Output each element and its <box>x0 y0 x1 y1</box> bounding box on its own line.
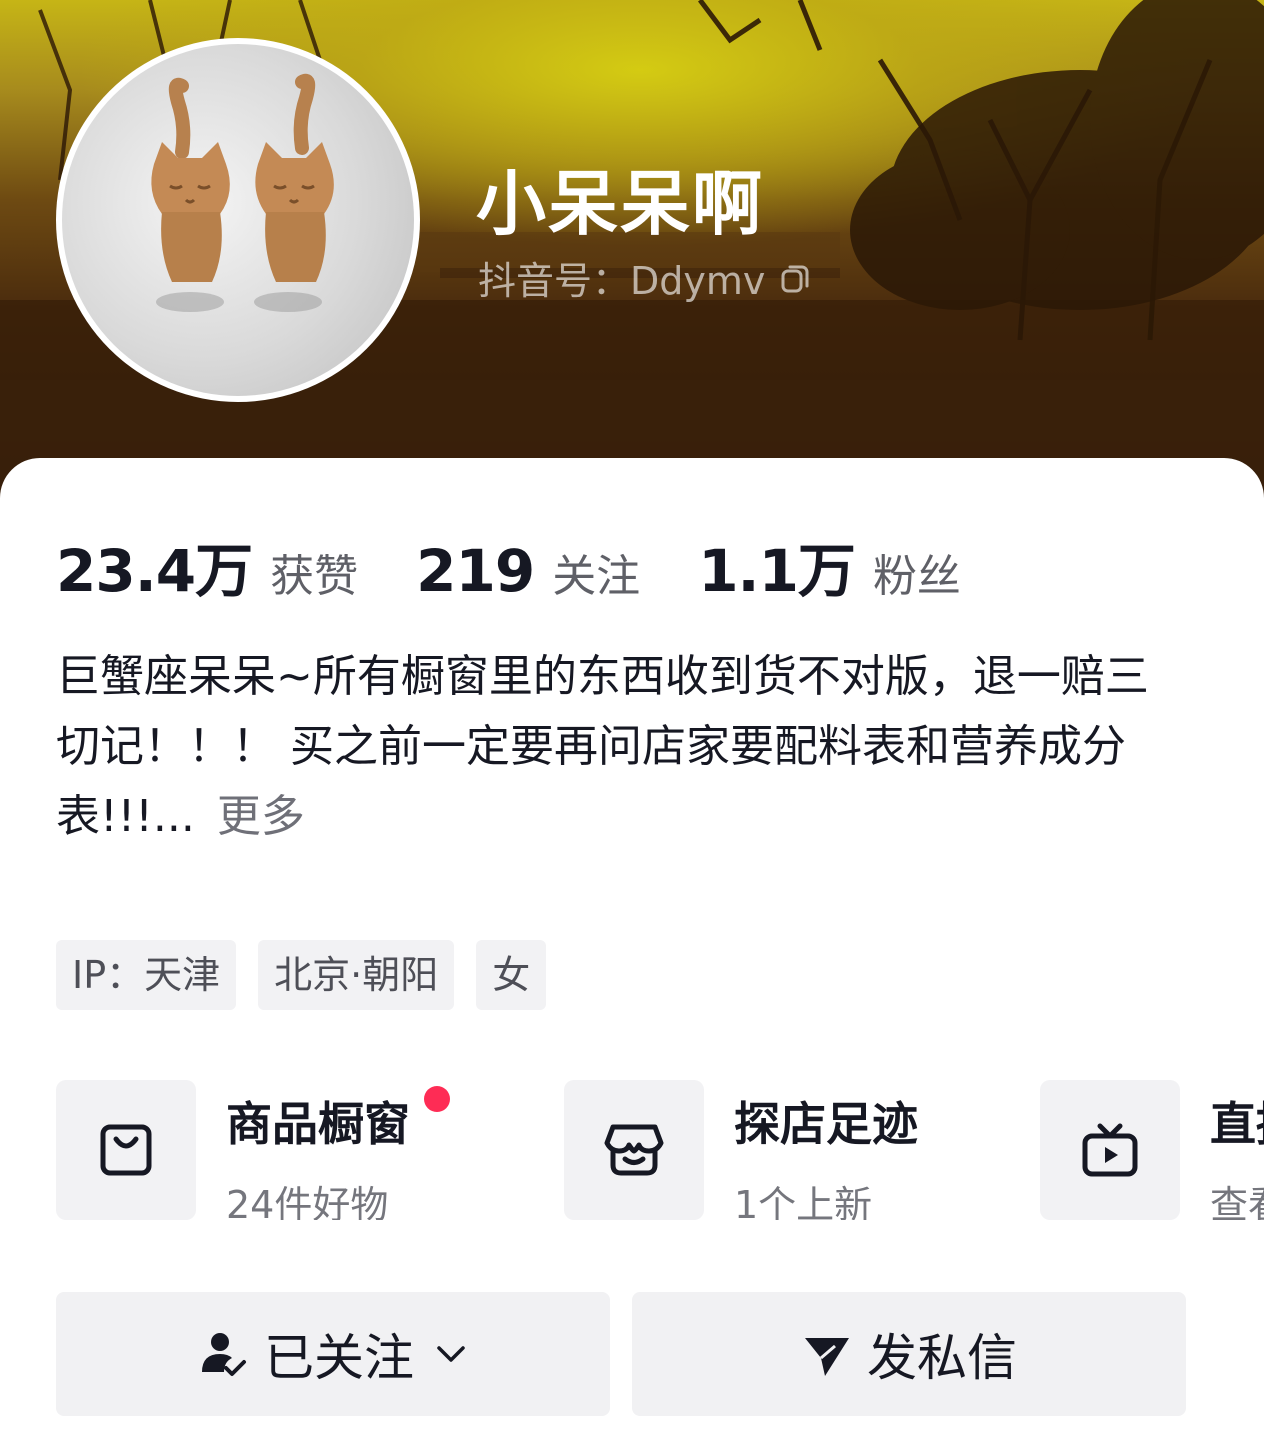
clay-cat-figurines-icon <box>151 73 334 312</box>
feature-icon-box <box>56 1080 196 1220</box>
stat-value: 23.4万 <box>56 537 253 605</box>
send-icon <box>805 1338 849 1376</box>
stat-likes[interactable]: 23.4万 获赞 <box>56 524 358 608</box>
copy-icon[interactable] <box>779 262 811 294</box>
feature-title: 探店足迹 <box>734 1097 918 1151</box>
stat-value: 1.1万 <box>698 537 856 605</box>
feature-store-visits[interactable]: 探店足迹 1个上新 <box>564 1080 918 1220</box>
profile-bio[interactable]: 巨蟹座呆呆~所有橱窗里的东西收到货不对版，退一赔三 切记！！！ 买之前一定要再问… <box>56 642 1216 852</box>
stat-value: 219 <box>416 537 535 605</box>
user-check-icon <box>202 1333 246 1376</box>
bio-line-1: 巨蟹座呆呆~所有橱窗里的东西收到货不对版，退一赔三 <box>56 651 1149 702</box>
followed-button[interactable]: 已关注 <box>56 1292 610 1416</box>
feature-icon-box <box>564 1080 704 1220</box>
profile-info-card: 23.4万 获赞 219 关注 1.1万 粉丝 巨蟹座呆呆~所有橱窗里的东西收到… <box>0 458 1264 1439</box>
profile-nickname: 小呆呆啊 <box>476 163 764 245</box>
bio-line-2: 切记！！！ 买之前一定要再问店家要配料表和营养成分表!!!... 更多 <box>56 712 1216 852</box>
feature-shop-window[interactable]: 商品橱窗 24件好物 <box>56 1080 450 1220</box>
tag-ip-location: IP：天津 <box>56 940 237 1010</box>
feature-subtitle: 查看 <box>1210 1183 1264 1220</box>
stat-following[interactable]: 219 关注 <box>416 537 640 605</box>
followed-button-label: 已关注 <box>264 1329 414 1387</box>
profile-tags: IP：天津 北京·朝阳 女 <box>56 940 568 1010</box>
douyin-id-text: 抖音号：Ddymv <box>478 259 766 303</box>
stat-followers[interactable]: 1.1万 粉丝 <box>698 524 961 608</box>
new-dot-badge <box>424 1086 450 1112</box>
tag-city[interactable]: 北京·朝阳 <box>258 940 455 1010</box>
feature-subtitle: 1个上新 <box>734 1183 873 1220</box>
feature-text: 商品橱窗 24件好物 <box>226 1080 450 1220</box>
profile-stats: 23.4万 获赞 219 关注 1.1万 粉丝 <box>56 524 1019 608</box>
profile-cover-banner[interactable]: 小呆呆啊 抖音号：Ddymv <box>0 0 1264 500</box>
stat-label: 粉丝 <box>872 551 961 602</box>
feature-subtitle: 24件好物 <box>226 1183 389 1220</box>
feature-live[interactable]: 直播 查看 <box>1040 1080 1264 1220</box>
feature-title: 直播 <box>1210 1097 1264 1151</box>
profile-actions: 已关注 发私信 <box>56 1292 1186 1416</box>
stat-label: 关注 <box>552 551 641 602</box>
stat-label: 获赞 <box>270 551 359 602</box>
tag-gender: 女 <box>476 940 547 1010</box>
shopping-bag-icon <box>100 1124 152 1176</box>
feature-icon-box <box>1040 1080 1180 1220</box>
storefront-icon <box>604 1124 664 1176</box>
douyin-id-row[interactable]: 抖音号：Ddymv <box>478 250 811 305</box>
profile-feature-row: 商品橱窗 24件好物 探店足迹 1个上新 直 查 <box>56 1080 1264 1220</box>
bio-more-link[interactable]: 更多 <box>217 791 305 842</box>
feature-title: 商品橱窗 <box>226 1097 410 1151</box>
tv-play-icon <box>1082 1123 1138 1177</box>
send-message-label: 发私信 <box>867 1329 1017 1387</box>
profile-page: 小呆呆啊 抖音号：Ddymv 23.4万 获赞 219 关注 1.1万 粉丝 巨… <box>0 0 1264 1439</box>
feature-text: 探店足迹 1个上新 <box>734 1080 918 1220</box>
feature-text: 直播 查看 <box>1210 1080 1264 1220</box>
chevron-down-icon <box>437 1346 465 1362</box>
avatar[interactable] <box>56 38 420 402</box>
send-message-button[interactable]: 发私信 <box>632 1292 1186 1416</box>
